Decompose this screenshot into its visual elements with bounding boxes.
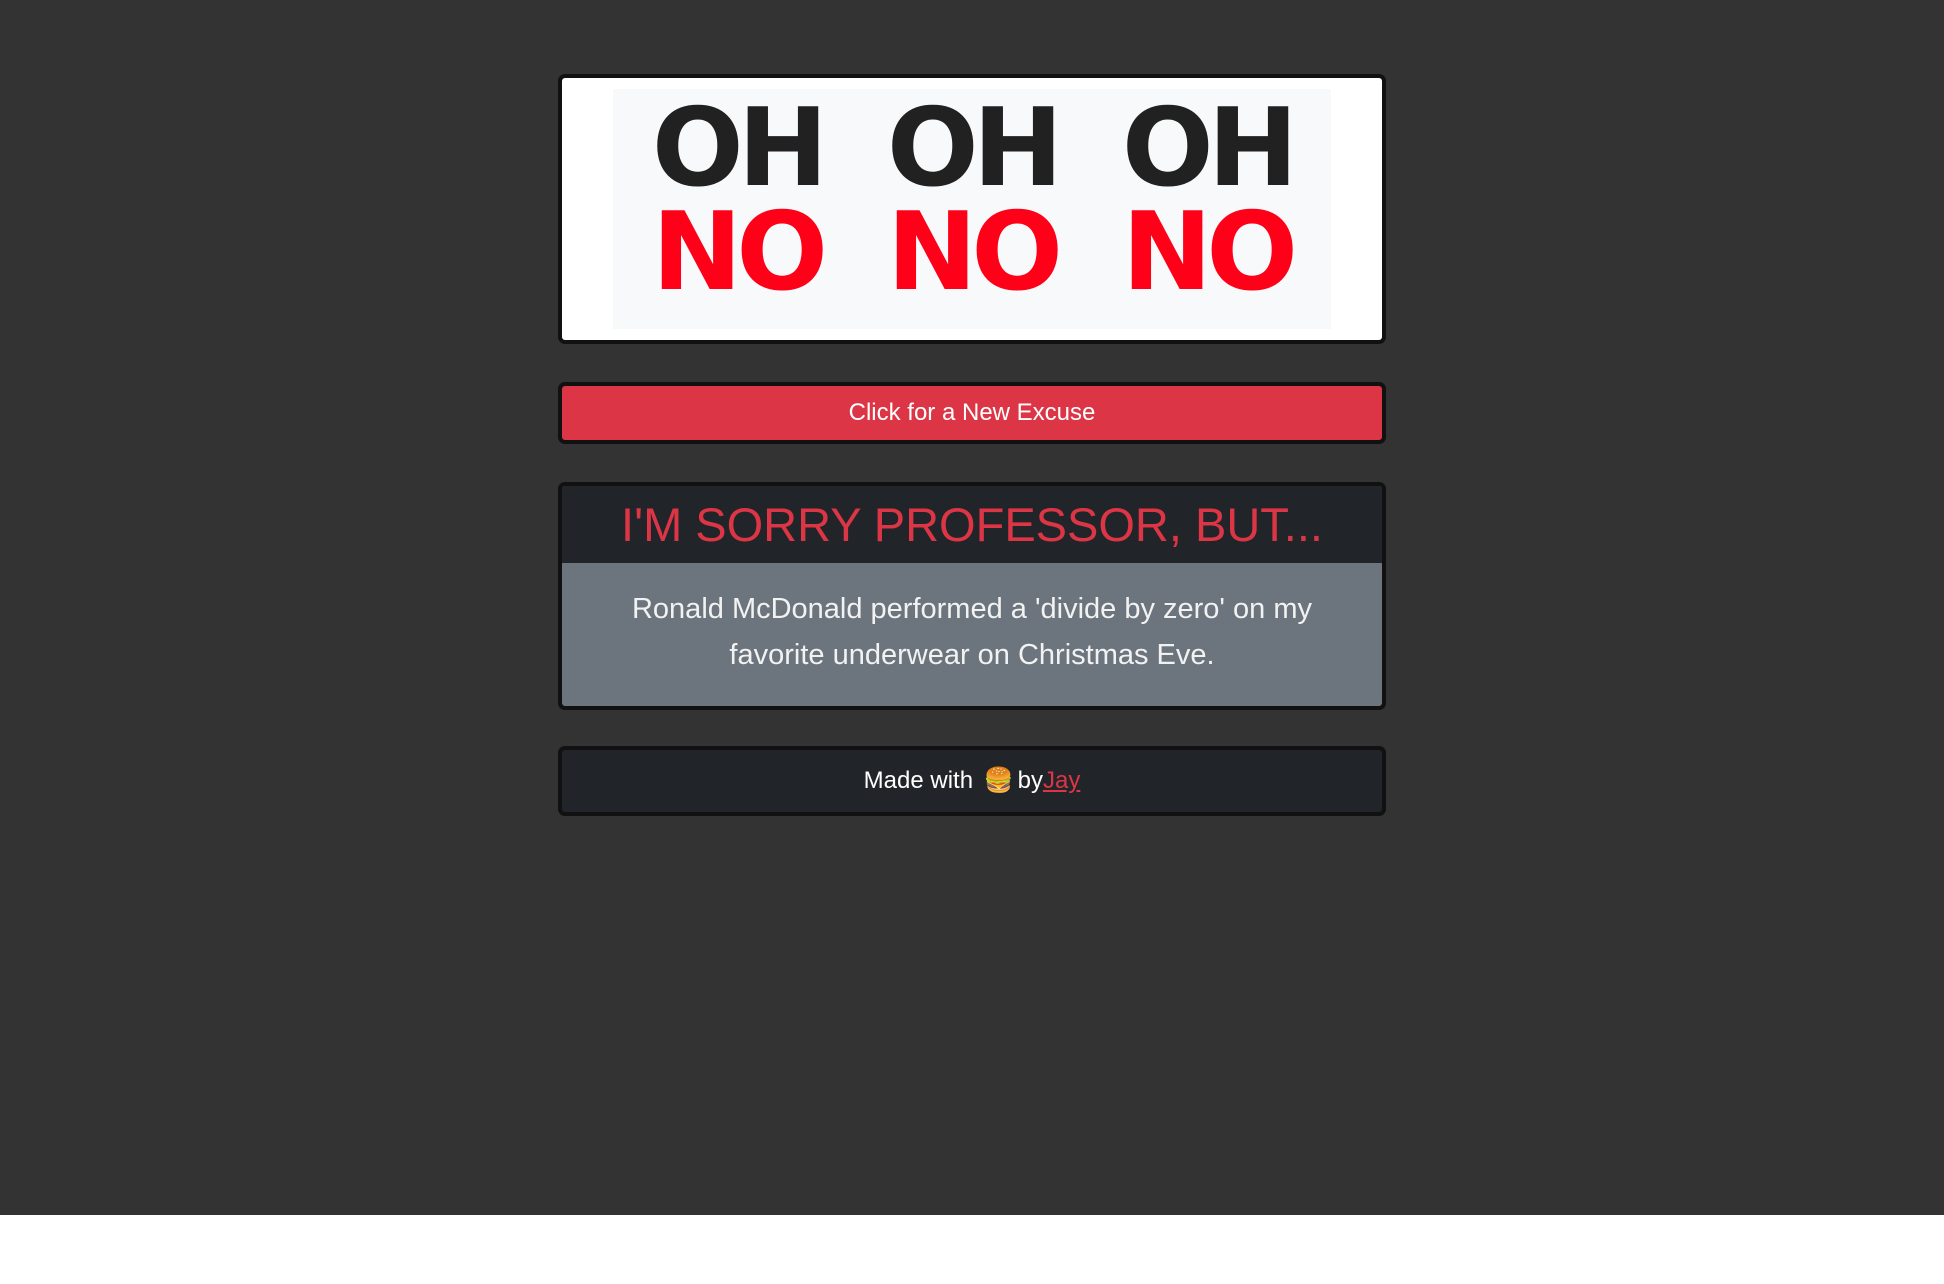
- logo-oh-row: OH OH OH: [613, 95, 1331, 203]
- logo-no-row: NO NO NO: [613, 199, 1331, 307]
- excuse-card: I'M SORRY PROFESSOR, BUT... Ronald McDon…: [558, 482, 1386, 710]
- author-link[interactable]: Jay: [1043, 767, 1080, 794]
- logo-no-word: NO: [651, 190, 828, 315]
- hamburger-icon: 🍔: [983, 767, 1014, 794]
- oh-no-logo-image: OH OH OH NO NO NO: [613, 89, 1331, 329]
- logo-no-word: NO: [1121, 190, 1298, 315]
- excuse-text: Ronald McDonald performed a 'divide by z…: [631, 593, 1312, 671]
- excuse-heading: I'M SORRY PROFESSOR, BUT...: [562, 486, 1382, 563]
- footer-made-with-text: Made with: [863, 767, 974, 794]
- logo-oh-word: OH: [651, 86, 828, 211]
- footer-by-text: by: [1017, 767, 1043, 794]
- footer: Made with 🍔 byJay: [558, 746, 1386, 816]
- logo-oh-word: OH: [886, 86, 1063, 211]
- new-excuse-button[interactable]: Click for a New Excuse: [558, 382, 1386, 444]
- logo-card: OH OH OH NO NO NO: [558, 74, 1386, 344]
- logo-no-word: NO: [886, 190, 1063, 315]
- logo-oh-word: OH: [1121, 86, 1298, 211]
